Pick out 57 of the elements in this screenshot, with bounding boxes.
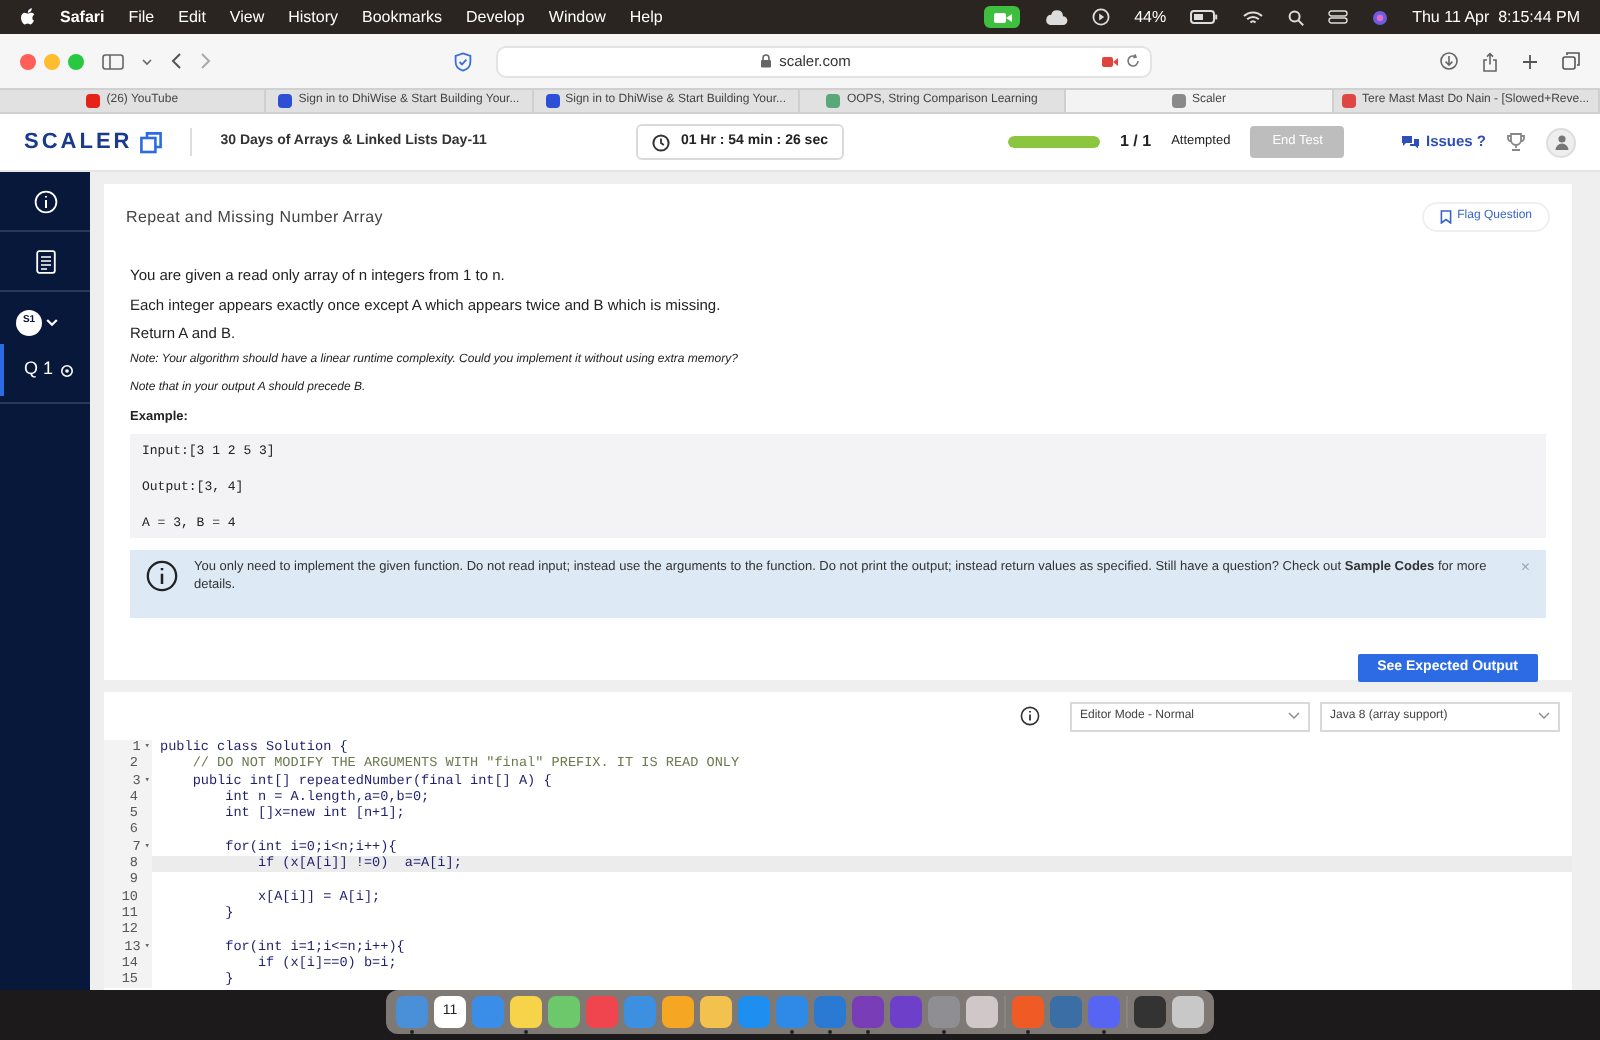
zoom-window-button[interactable] bbox=[68, 53, 84, 69]
trophy-icon[interactable] bbox=[1506, 132, 1526, 152]
chevron-down-icon bbox=[1538, 712, 1550, 720]
info-icon bbox=[146, 559, 178, 592]
close-window-button[interactable] bbox=[20, 53, 36, 69]
shield-icon[interactable] bbox=[454, 51, 472, 71]
logo-text[interactable]: SCALER bbox=[24, 125, 133, 159]
wifi-icon[interactable] bbox=[1242, 9, 1265, 25]
info-icon[interactable] bbox=[1020, 706, 1040, 726]
search-icon[interactable] bbox=[1288, 9, 1305, 25]
progress-bar bbox=[1007, 136, 1100, 148]
camera-status-icon[interactable] bbox=[984, 6, 1021, 28]
video-icon bbox=[993, 11, 1012, 23]
app-icon[interactable] bbox=[700, 996, 732, 1028]
plus-icon[interactable] bbox=[1522, 53, 1538, 69]
app-icon[interactable] bbox=[1172, 996, 1204, 1028]
share-icon[interactable] bbox=[1482, 51, 1498, 71]
battery-icon[interactable] bbox=[1190, 10, 1219, 24]
app-icon[interactable] bbox=[1134, 996, 1166, 1028]
sidebar-icon[interactable] bbox=[102, 53, 124, 69]
menu-item[interactable]: Window bbox=[548, 5, 606, 29]
menu-item[interactable]: History bbox=[288, 5, 339, 29]
lock-icon bbox=[759, 54, 772, 68]
battery-percentage: 44% bbox=[1134, 5, 1167, 29]
cloud-icon[interactable] bbox=[1044, 9, 1069, 25]
apple-logo-icon[interactable] bbox=[20, 8, 36, 26]
progress-count: 1 / 1 bbox=[1119, 130, 1152, 154]
bookmark-icon bbox=[1439, 210, 1452, 225]
app-menu[interactable]: Safari bbox=[60, 5, 105, 29]
back-icon[interactable] bbox=[170, 52, 182, 70]
menu-item[interactable]: Develop bbox=[466, 5, 525, 29]
play-icon[interactable] bbox=[1092, 8, 1111, 26]
siri-icon[interactable] bbox=[1372, 9, 1389, 25]
clock[interactable]: Thu 11 Apr 8:15:44 PM bbox=[1412, 5, 1580, 29]
person-icon bbox=[1553, 134, 1569, 150]
chat-icon bbox=[1399, 134, 1420, 150]
logo-icon bbox=[140, 131, 163, 153]
clock-icon bbox=[652, 133, 671, 151]
chevron-down-icon bbox=[1288, 712, 1300, 720]
download-icon[interactable] bbox=[1440, 52, 1458, 70]
menu-item[interactable]: Edit bbox=[178, 5, 206, 29]
menu-item[interactable]: File bbox=[128, 5, 155, 29]
camera-icon[interactable] bbox=[1101, 55, 1118, 67]
problem-title: Repeat and Missing Number Array bbox=[126, 207, 383, 227]
app-icon[interactable] bbox=[662, 996, 694, 1028]
app-icon[interactable] bbox=[548, 996, 580, 1028]
menu-item[interactable]: Bookmarks bbox=[362, 5, 443, 29]
tabs-overview-icon[interactable] bbox=[1562, 52, 1580, 70]
app-icon[interactable] bbox=[966, 996, 998, 1028]
app-icon[interactable] bbox=[510, 996, 542, 1028]
menu-item[interactable]: Help bbox=[629, 5, 663, 29]
control-center-icon[interactable] bbox=[1328, 10, 1349, 24]
menu-item[interactable]: View bbox=[229, 5, 265, 29]
avatar[interactable] bbox=[1546, 127, 1576, 157]
notes-icon[interactable] bbox=[35, 249, 55, 273]
forward-icon[interactable] bbox=[200, 52, 212, 70]
reload-icon[interactable] bbox=[1125, 54, 1140, 68]
